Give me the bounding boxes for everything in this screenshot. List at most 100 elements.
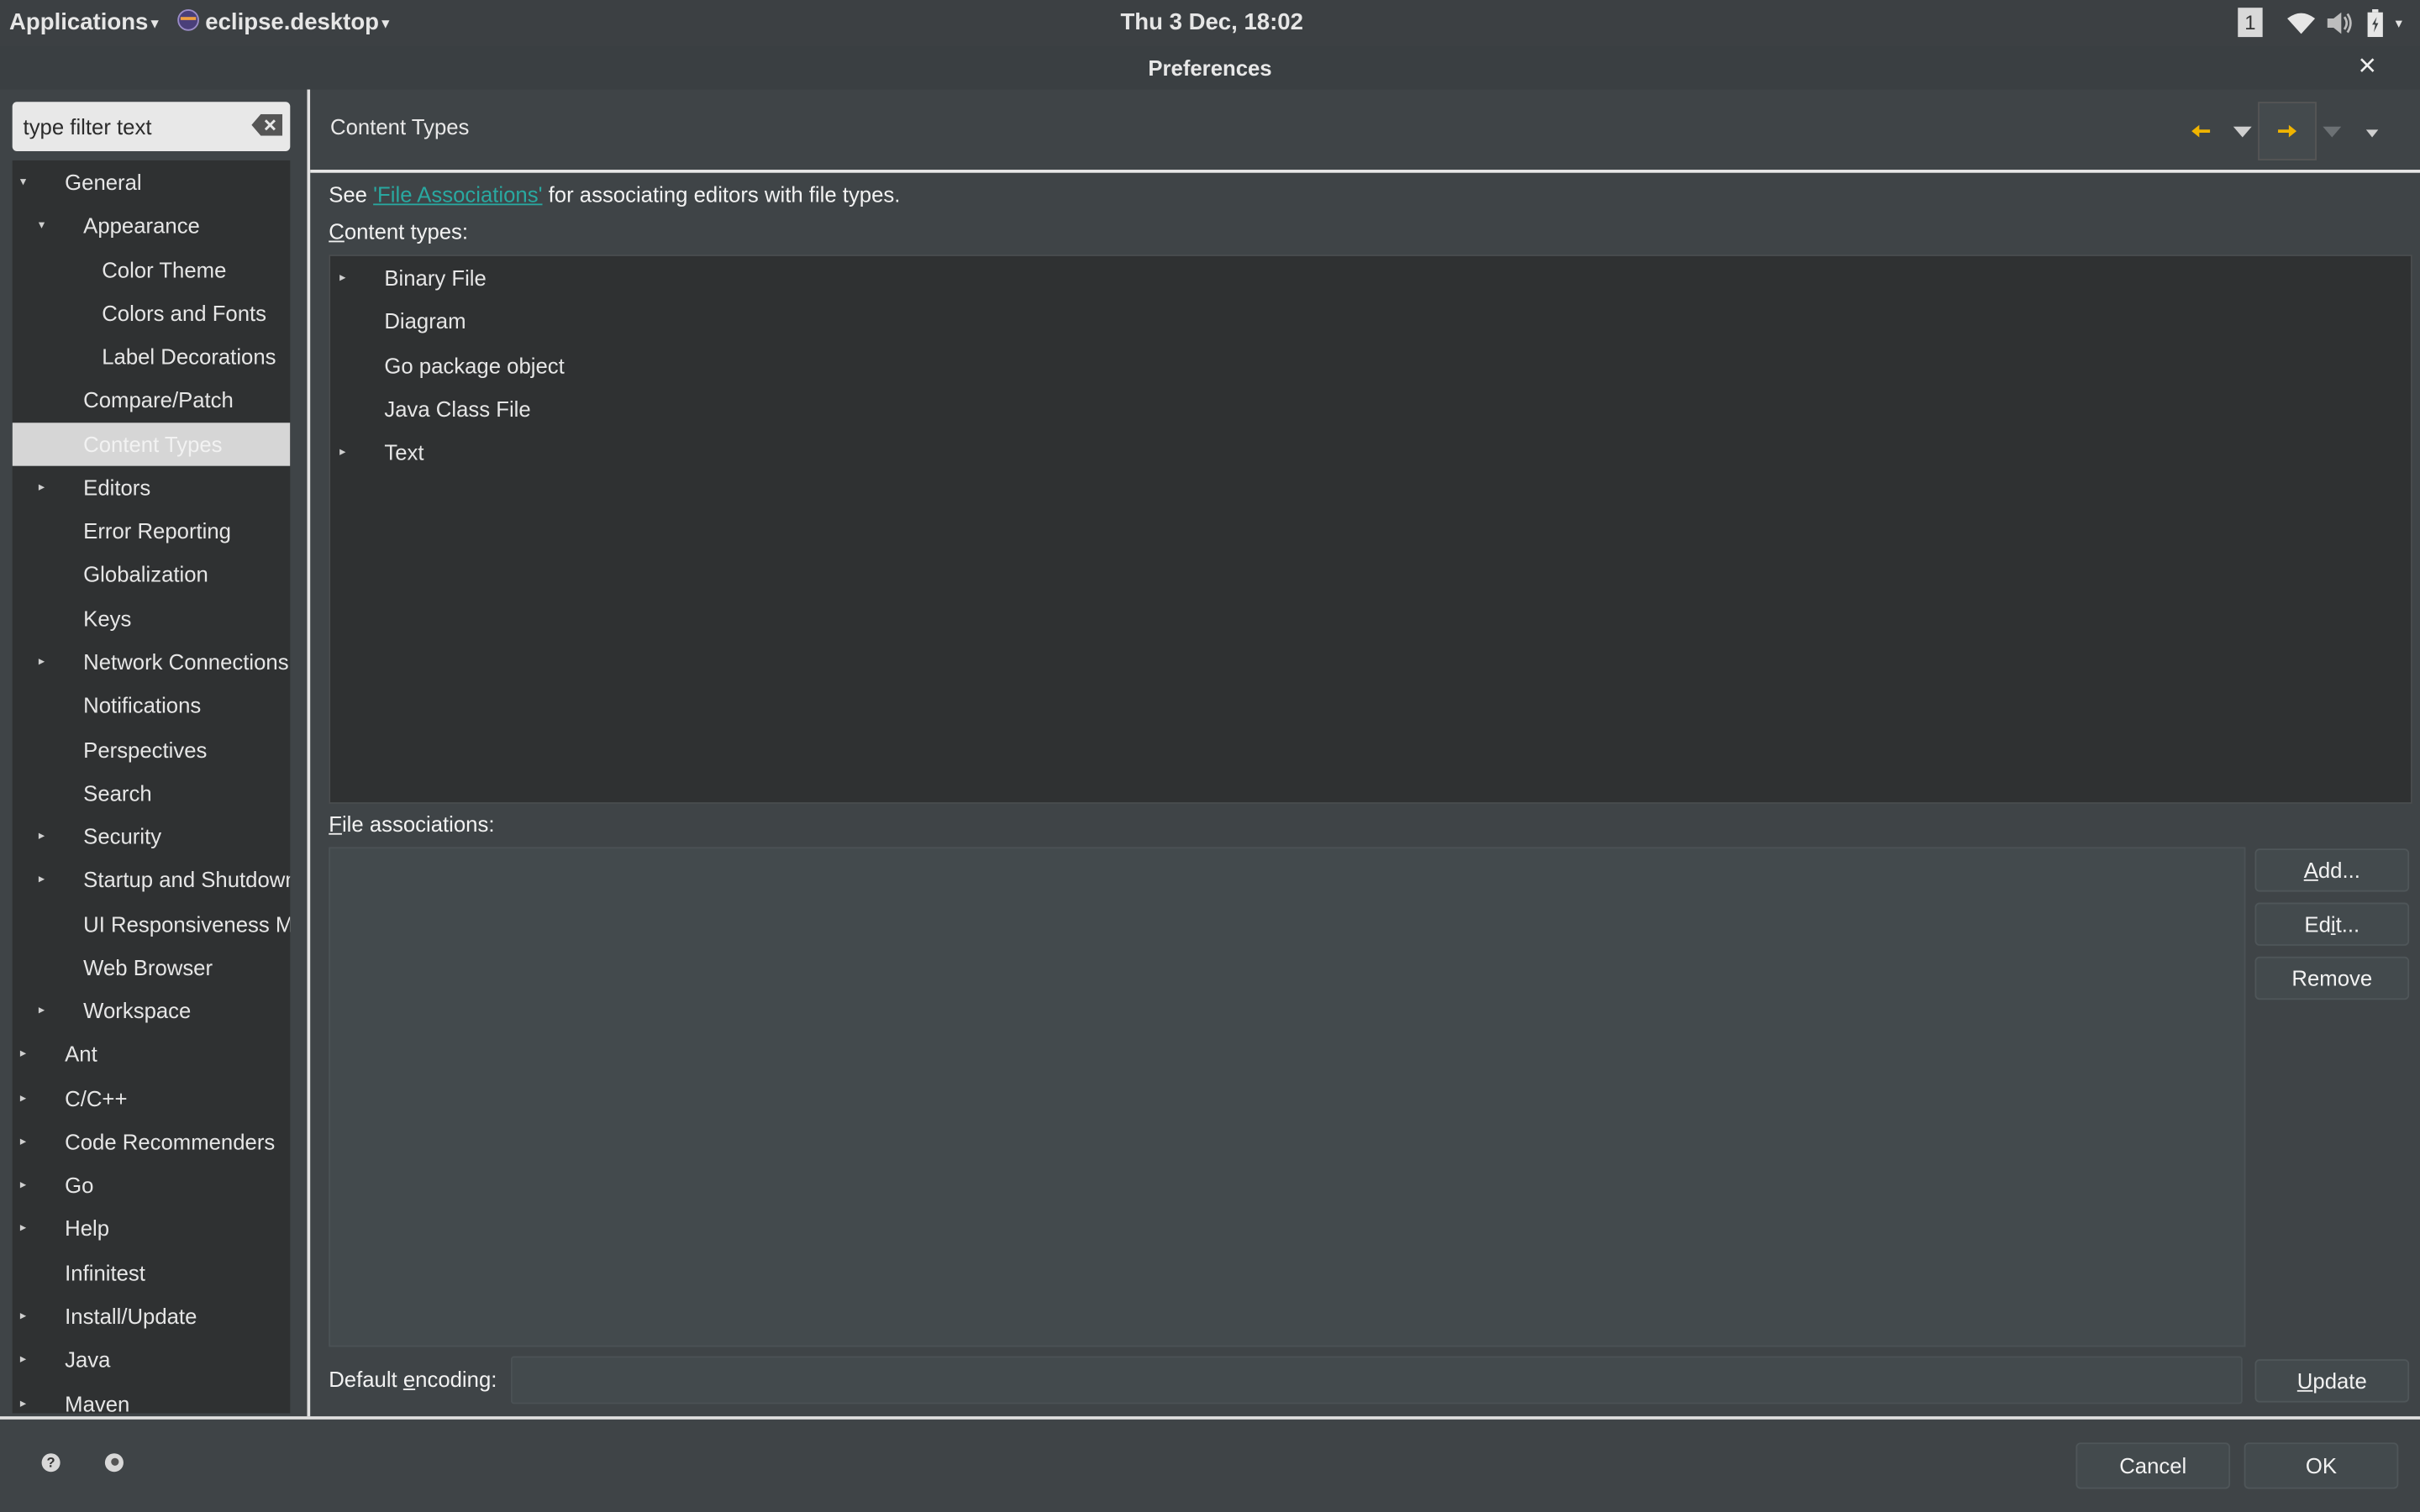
default-encoding-input[interactable] <box>510 1356 2243 1404</box>
tree-item[interactable]: Globalization <box>13 553 291 596</box>
update-button[interactable]: Update <box>2254 1359 2410 1403</box>
expand-arrow-right-icon[interactable]: ▸ <box>39 990 45 1032</box>
tree-item[interactable]: ▸ Code Recommenders <box>13 1120 291 1163</box>
app-menu[interactable]: eclipse.desktop ▾ <box>177 9 389 35</box>
expand-arrow-right-icon[interactable]: ▸ <box>339 256 345 299</box>
tree-item-label: Appearance <box>83 213 200 239</box>
expand-arrow-right-icon[interactable]: ▸ <box>39 465 45 508</box>
battery-icon[interactable] <box>2367 9 2383 38</box>
forward-arrow-icon <box>2278 124 2297 138</box>
tree-item-label: Install/Update <box>65 1304 197 1329</box>
tree-item-label: Ant <box>65 1042 97 1067</box>
import-export-icon[interactable] <box>104 1453 124 1473</box>
app-name-label: eclipse.desktop <box>205 9 380 36</box>
tree-item[interactable]: ▸ Java <box>13 1338 291 1381</box>
tree-item[interactable]: Colors and Fonts <box>13 291 291 334</box>
content-type-row[interactable]: Diagram <box>330 300 2411 343</box>
expand-arrow-right-icon[interactable]: ▸ <box>20 1294 26 1337</box>
tree-item-label: Search <box>83 780 152 806</box>
volume-icon[interactable] <box>2326 11 2354 35</box>
tree-item[interactable]: ▸ Maven <box>13 1382 291 1414</box>
expand-arrow-right-icon[interactable]: ▸ <box>20 1032 26 1075</box>
remove-button[interactable]: Remove <box>2254 956 2410 1000</box>
tree-item[interactable]: ▸ Security <box>13 815 291 858</box>
expand-arrow-right-icon[interactable]: ▸ <box>20 1207 26 1250</box>
wifi-icon[interactable] <box>2287 13 2316 34</box>
file-associations-label: File associations: <box>329 811 495 837</box>
tree-item[interactable]: ▸ Editors <box>13 465 291 508</box>
tree-item[interactable]: ▸ Go <box>13 1163 291 1206</box>
file-associations-hint: See 'File Associations' for associating … <box>329 182 900 207</box>
tree-item[interactable]: Error Reporting <box>13 509 291 552</box>
back-history-dropdown-icon[interactable] <box>2233 126 2252 139</box>
tree-item-label: Network Connections <box>83 649 289 675</box>
applications-label: Applications <box>9 9 149 36</box>
content-type-row[interactable]: ▸ Binary File <box>330 256 2411 299</box>
expand-arrow-right-icon[interactable]: ▸ <box>39 815 45 858</box>
tree-item[interactable]: Notifications <box>13 684 291 727</box>
close-icon[interactable]: × <box>2359 50 2376 85</box>
tree-item-label: Colors and Fonts <box>102 300 267 326</box>
tree-item[interactable]: Label Decorations <box>13 335 291 378</box>
tree-item[interactable]: Search <box>13 771 291 814</box>
content-type-row[interactable]: Java Class File <box>330 387 2411 430</box>
expand-arrow-right-icon[interactable]: ▸ <box>39 858 45 901</box>
content-type-row[interactable]: ▸ Text <box>330 431 2411 474</box>
expand-arrow-right-icon[interactable]: ▸ <box>20 1120 26 1163</box>
tree-item-label: Workspace <box>83 998 192 1023</box>
tree-item[interactable]: ▸ C/C++ <box>13 1076 291 1119</box>
dialog-title: Preferences <box>1148 55 1272 81</box>
chevron-down-icon: ▾ <box>381 14 390 30</box>
tree-item[interactable]: ▸ Network Connections <box>13 640 291 683</box>
ok-button[interactable]: OK <box>2244 1442 2399 1489</box>
tree-item[interactable]: Content Types <box>12 422 291 465</box>
tree-item[interactable]: Color Theme <box>13 248 291 291</box>
edit-button[interactable]: Edit... <box>2254 902 2410 946</box>
preference-tree[interactable]: ▾ General ▾ Appearance Color Theme Colors and… <box>12 160 291 1414</box>
content-type-row[interactable]: Go package object <box>330 344 2411 386</box>
tree-item[interactable]: Perspectives <box>13 727 291 770</box>
tree-item[interactable]: ▸ Startup and Shutdown <box>13 858 290 901</box>
file-associations-link[interactable]: 'File Associations' <box>373 182 542 207</box>
expand-arrow-down-icon[interactable]: ▾ <box>20 160 26 203</box>
tree-item[interactable]: Keys <box>13 596 291 639</box>
hint-prefix: See <box>329 181 374 207</box>
clock[interactable]: Thu 3 Dec, 18:02 <box>1120 9 1302 35</box>
tree-item-label: Notifications <box>83 693 202 718</box>
view-menu-icon[interactable] <box>2365 129 2379 138</box>
tree-item-label: Maven <box>65 1390 130 1414</box>
chevron-down-icon[interactable]: ▾ <box>2396 15 2402 32</box>
tree-item[interactable]: Compare/Patch <box>13 379 291 422</box>
tree-item[interactable]: Infinitest <box>13 1251 291 1294</box>
sash-divider[interactable] <box>307 89 311 1417</box>
back-arrow-icon[interactable] <box>2191 123 2211 139</box>
workspace-indicator[interactable]: 1 <box>2238 8 2263 38</box>
tree-item[interactable]: ▸ Help <box>13 1207 291 1250</box>
applications-menu[interactable]: Applications ▾ <box>9 9 158 35</box>
tree-item[interactable]: ▾ General <box>13 160 291 203</box>
expand-arrow-right-icon[interactable]: ▸ <box>20 1076 26 1119</box>
tree-item[interactable]: ▸ Ant <box>13 1032 291 1075</box>
filter-input[interactable] <box>12 102 239 152</box>
tree-item[interactable]: Web Browser <box>13 946 291 989</box>
expand-arrow-right-icon[interactable]: ▸ <box>20 1163 26 1206</box>
clear-filter-icon[interactable] <box>251 113 283 136</box>
help-icon[interactable]: ? <box>41 1453 60 1473</box>
add-button[interactable]: Add... <box>2254 848 2410 892</box>
expand-arrow-right-icon[interactable]: ▸ <box>20 1382 26 1414</box>
expand-arrow-right-icon[interactable]: ▸ <box>339 431 345 474</box>
chevron-down-icon: ▾ <box>151 14 159 30</box>
tree-item[interactable]: ▸ Install/Update <box>13 1294 291 1337</box>
cancel-button[interactable]: Cancel <box>2075 1442 2231 1489</box>
tree-item[interactable]: UI Responsiveness Monitoring <box>13 902 290 945</box>
forward-button[interactable] <box>2258 102 2317 161</box>
expand-arrow-down-icon[interactable]: ▾ <box>39 204 45 247</box>
file-associations-list[interactable] <box>329 847 2246 1347</box>
expand-arrow-right-icon[interactable]: ▸ <box>20 1338 26 1381</box>
forward-history-dropdown-icon[interactable] <box>2323 126 2342 139</box>
expand-arrow-right-icon[interactable]: ▸ <box>39 640 45 683</box>
content-types-label: Content types: <box>329 218 469 244</box>
content-types-tree[interactable]: ▸ Binary File Diagram Go package object Java… <box>329 255 2412 804</box>
tree-item[interactable]: ▾ Appearance <box>13 204 291 247</box>
tree-item[interactable]: ▸ Workspace <box>13 990 291 1032</box>
